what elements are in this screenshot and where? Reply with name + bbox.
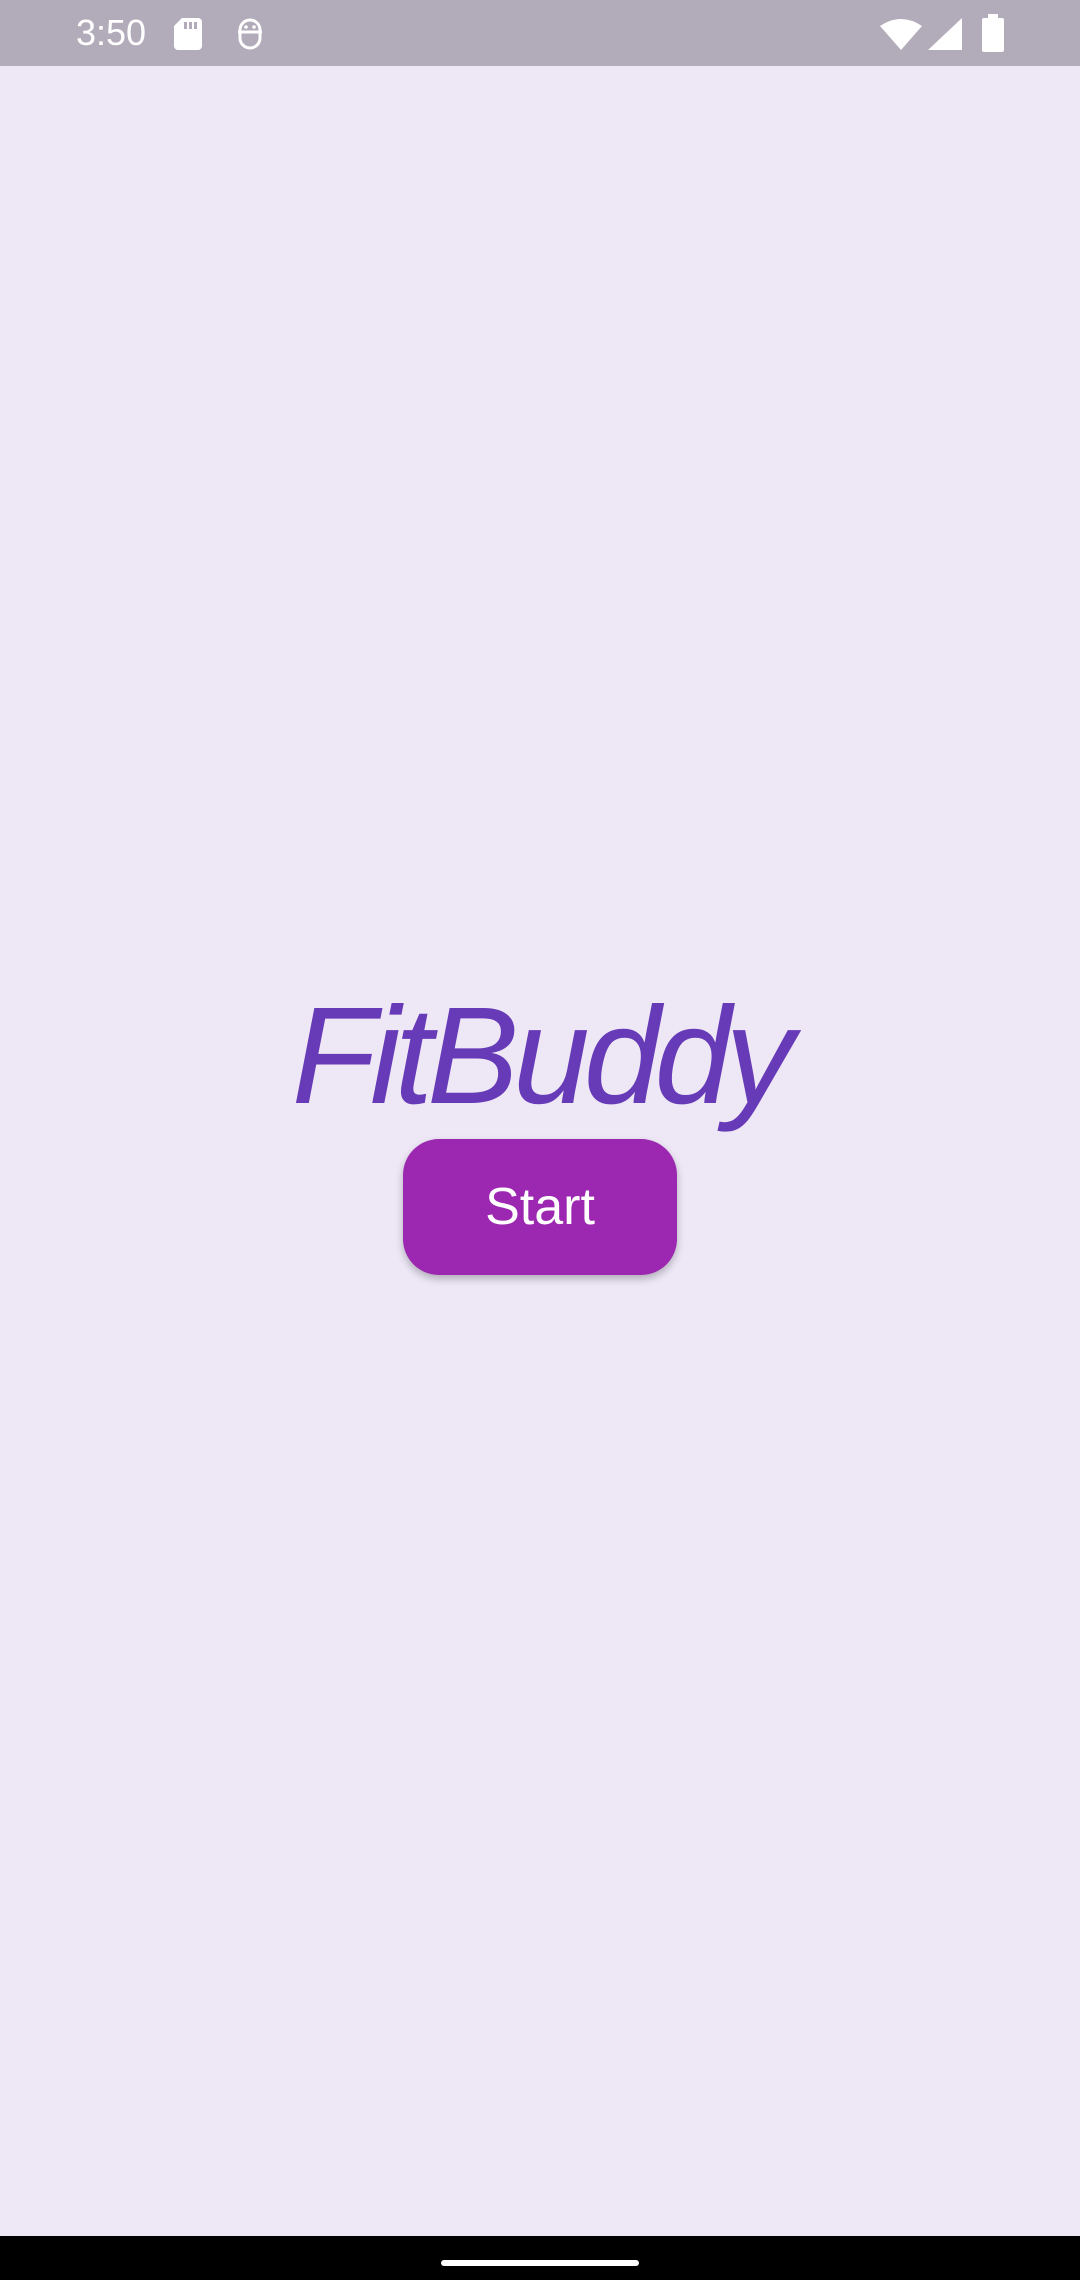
home-handle[interactable] bbox=[441, 2260, 639, 2266]
app-title: FitBuddy bbox=[291, 979, 795, 1133]
status-bar: 3:50 bbox=[0, 0, 1080, 66]
sd-card-icon bbox=[174, 18, 202, 50]
start-button[interactable]: Start bbox=[403, 1139, 677, 1275]
battery-icon bbox=[982, 14, 1004, 52]
wifi-icon bbox=[880, 19, 922, 50]
main-content: FitBuddy Start bbox=[0, 66, 1080, 2236]
signal-icon bbox=[928, 18, 962, 50]
face-icon bbox=[238, 18, 262, 50]
status-time: 3:50 bbox=[76, 12, 147, 53]
navigation-bar bbox=[0, 2236, 1080, 2280]
